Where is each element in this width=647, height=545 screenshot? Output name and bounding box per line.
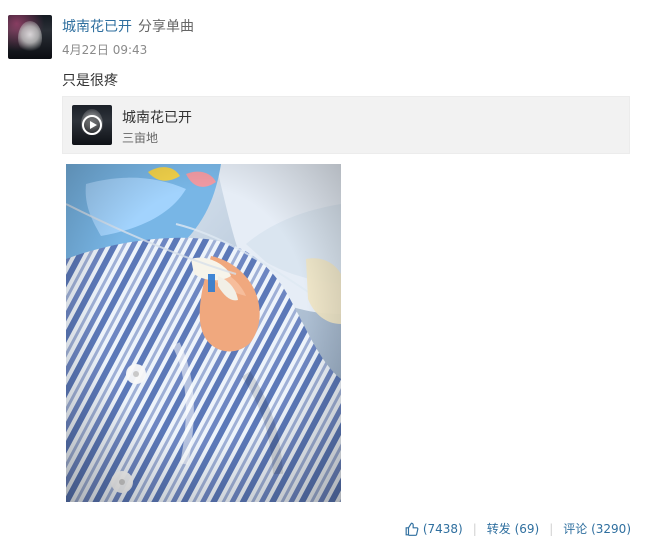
post-time[interactable]: 4月22日 09:43 <box>62 41 147 58</box>
avatar[interactable] <box>8 15 52 59</box>
weibo-post: 城南花已开 分享单曲 4月22日 09:43 只是很疼 城南花已开 三亩地 (7… <box>0 0 647 545</box>
like-button[interactable]: (7438) <box>405 522 463 536</box>
post-header: 城南花已开 分享单曲 <box>62 16 194 38</box>
author-link[interactable]: 城南花已开 <box>62 16 132 36</box>
song-title[interactable]: 城南花已开 <box>122 107 192 127</box>
share-action-text: 分享单曲 <box>138 19 194 35</box>
like-count: (7438) <box>422 521 463 536</box>
repost-button[interactable]: 转发 (69) <box>487 520 539 537</box>
avatar-glow <box>18 21 42 55</box>
separator: | <box>549 521 554 536</box>
music-card[interactable]: 城南花已开 三亩地 <box>62 96 630 154</box>
separator: | <box>472 521 477 536</box>
music-cover[interactable] <box>72 105 112 145</box>
post-text: 只是很疼 <box>62 73 118 89</box>
thumbs-up-icon <box>405 522 419 536</box>
post-actions: (7438) | 转发 (69) | 评论 (3290) <box>405 520 631 537</box>
photo-icon <box>66 164 341 502</box>
play-icon[interactable] <box>82 115 102 135</box>
post-photo[interactable] <box>66 164 341 502</box>
song-artist[interactable]: 三亩地 <box>122 129 158 146</box>
comment-button[interactable]: 评论 (3290) <box>563 520 631 537</box>
